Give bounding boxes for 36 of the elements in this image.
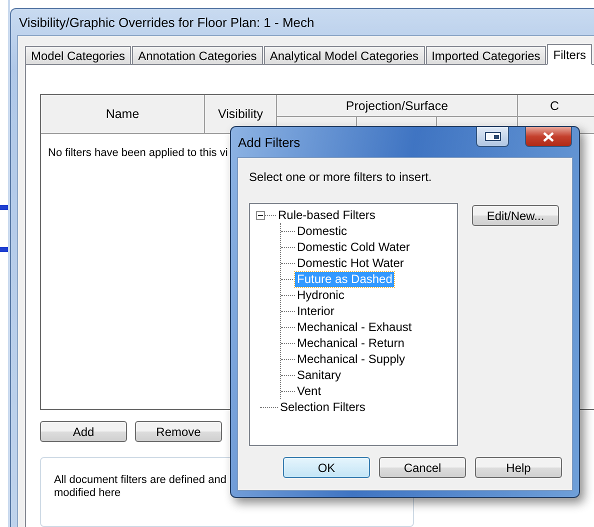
tree-item[interactable]: Domestic Hot Water — [295, 256, 406, 270]
tree-item[interactable]: Sanitary — [295, 368, 344, 382]
tree-item[interactable]: Mechanical - Supply — [295, 352, 408, 366]
dialog-title: Add Filters — [238, 134, 302, 150]
table-button[interactable]: Add — [40, 421, 127, 442]
tab[interactable]: Analytical Model Categories — [264, 46, 425, 64]
close-button[interactable] — [525, 127, 572, 147]
tree-item[interactable]: Domestic — [295, 224, 350, 238]
empty-message: No filters have been applied to this vi — [48, 147, 228, 159]
dialog-button[interactable]: Cancel — [379, 457, 466, 478]
group-header: C — [518, 95, 594, 117]
tab[interactable]: Imported Categories — [426, 46, 546, 64]
tree-item[interactable]: Selection Filters — [278, 400, 368, 414]
tree-item[interactable]: Mechanical - Return — [295, 336, 406, 350]
info-text: All document filters are defined and modified here — [54, 474, 228, 500]
tree-item[interactable]: Hydronic — [295, 288, 346, 302]
tree-item[interactable]: Mechanical - Exhaust — [295, 320, 414, 334]
table-button[interactable]: Remove — [135, 421, 222, 442]
edit-new-button[interactable]: Edit/New... — [472, 205, 559, 226]
collapse-icon[interactable] — [256, 210, 265, 220]
tab[interactable]: Annotation Categories — [132, 46, 263, 64]
restore-button[interactable] — [476, 127, 509, 147]
window-icon — [484, 132, 500, 141]
dialog-prompt: Select one or more filters to insert. — [249, 170, 433, 184]
group-header: Projection/Surface — [277, 95, 518, 117]
close-icon — [543, 132, 554, 142]
tree-item[interactable]: Rule-based Filters — [276, 208, 378, 222]
tab[interactable]: Model Categories — [25, 46, 132, 64]
tree-item[interactable]: Domestic Cold Water — [295, 240, 412, 254]
dialog-button[interactable]: Help — [475, 457, 562, 478]
column-header: Name — [41, 95, 205, 134]
tab[interactable]: Filters — [547, 44, 592, 65]
tree-item[interactable]: Interior — [295, 304, 336, 318]
dialog-button[interactable]: OK — [283, 457, 370, 478]
window-title: Visibility/Graphic Overrides for Floor Plan: 1 - Mech — [18, 14, 316, 32]
tree-item[interactable]: Vent — [295, 384, 324, 398]
